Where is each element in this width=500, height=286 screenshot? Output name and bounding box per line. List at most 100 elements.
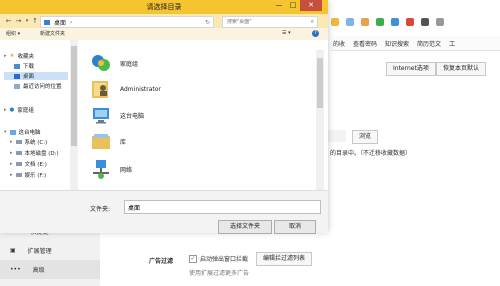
checkbox-label: 启动弹出窗口拦截: [200, 256, 249, 263]
favorites-bar: 的收 查看密码 知识搜索 简历范文 工: [331, 36, 500, 51]
edit-filter-list-button[interactable]: 编辑拦过滤列表: [256, 252, 313, 266]
forward-arrow-icon[interactable]: →: [14, 16, 23, 26]
search-box[interactable]: ⌕: [222, 16, 318, 28]
address-row: ← → ▾ ↑ 桌面 › ↻ ⌕: [0, 14, 328, 28]
maximize-button[interactable]: □: [286, 0, 300, 11]
nav-label: 最近访问的位置: [23, 84, 62, 90]
folder-name-input[interactable]: [124, 200, 321, 214]
minimize-button[interactable]: —: [272, 0, 286, 11]
sidebar-item-label: 高级: [32, 267, 45, 274]
nav-item-drive-d[interactable]: ▸ 本地磁盘 (D:): [10, 149, 59, 157]
nav-item-recent[interactable]: 最近访问的位置: [14, 82, 62, 90]
sidebar-item-extensions[interactable]: ▣ 扩展管理: [0, 241, 100, 260]
toolbar-shield-icon[interactable]: [391, 18, 399, 26]
address-bar[interactable]: 桌面 › ↻: [40, 16, 214, 28]
nav-item-desktop[interactable]: 桌面: [4, 72, 68, 80]
recent-places-icon: [14, 83, 20, 89]
search-input[interactable]: [223, 19, 297, 25]
search-icon[interactable]: ⌕: [311, 18, 314, 26]
nav-label: 收藏夹: [17, 54, 34, 60]
nav-label: 桌面: [23, 74, 35, 80]
new-folder-button[interactable]: 新建文件夹: [40, 30, 65, 37]
nav-label: 下载: [23, 64, 35, 70]
fav-item[interactable]: 简历范文: [417, 39, 441, 48]
nav-scrollbar[interactable]: [70, 40, 78, 190]
sidebar-item-label: 扩展管理: [27, 248, 52, 255]
nav-item-drive-e[interactable]: ▸ 文档 (E:): [10, 160, 47, 168]
toolbar-user-icon[interactable]: [346, 18, 354, 26]
recent-dropdown-icon[interactable]: ▾: [24, 16, 30, 26]
scroll-thumb[interactable]: [71, 46, 77, 146]
address-chevron-icon[interactable]: ›: [70, 19, 72, 26]
fav-item[interactable]: 的收: [333, 39, 345, 48]
restore-default-button[interactable]: 恢复本页默认: [436, 62, 487, 76]
desktop-icon: [44, 19, 50, 25]
popup-block-option[interactable]: ✓ 启动弹出窗口拦截: [189, 254, 248, 263]
expand-arrow-icon[interactable]: ▸: [4, 107, 7, 113]
collapse-arrow-icon[interactable]: ▾: [4, 129, 7, 135]
dialog-toolbar: 组织 ▾ 新建文件夹 ☰ ▾ ?: [0, 28, 328, 40]
nav-label: 文档 (E:): [24, 162, 47, 168]
item-label: 家庭组: [120, 60, 139, 68]
toolbar-menu-icon[interactable]: [436, 18, 444, 26]
content-item-homegroup[interactable]: 家庭组: [90, 52, 138, 74]
expand-arrow-icon[interactable]: ▸: [10, 150, 13, 156]
refresh-icon[interactable]: ↻: [205, 19, 210, 26]
computer-icon: [9, 129, 16, 135]
scroll-thumb[interactable]: [317, 58, 323, 108]
dialog-footer: 文件夹: 选择文件夹 取消: [0, 190, 328, 234]
expand-arrow-icon[interactable]: ▸: [10, 139, 13, 145]
toolbar-star-icon[interactable]: [331, 18, 339, 26]
drive-icon: [15, 140, 22, 144]
sidebar-item-advanced[interactable]: ••• 高级: [0, 260, 100, 279]
toolbar-tools-icon[interactable]: [421, 18, 429, 26]
desktop-icon: [14, 73, 20, 79]
view-menu[interactable]: ☰ ▾: [282, 30, 291, 36]
internet-options-button[interactable]: Internet选项: [386, 62, 436, 76]
nav-item-drive-c[interactable]: ▸ 系统 (C:): [10, 138, 47, 146]
fav-item[interactable]: 工: [449, 39, 455, 48]
close-button[interactable]: ✕: [300, 0, 322, 11]
content-item-libraries[interactable]: 库: [90, 130, 126, 152]
content-item-administrator[interactable]: Administrator: [90, 78, 161, 100]
toolbar-cut-icon[interactable]: [406, 18, 414, 26]
user-folder-icon: [92, 81, 108, 98]
item-label: 这台电脑: [120, 112, 145, 120]
cancel-button[interactable]: 取消: [274, 220, 316, 234]
ad-filter-label: 广告过滤: [149, 258, 174, 265]
nav-item-favorites[interactable]: ▸ ★ 收藏夹: [4, 52, 34, 60]
organize-menu[interactable]: 组织 ▾: [6, 30, 20, 37]
homegroup-icon: ●: [9, 107, 15, 113]
address-text: 桌面: [54, 19, 67, 27]
toolbar-game-icon[interactable]: [361, 18, 369, 26]
content-item-this-pc[interactable]: 这台电脑: [90, 104, 144, 126]
nav-item-downloads[interactable]: 下载: [14, 62, 34, 70]
content-scrollbar[interactable]: [316, 50, 324, 190]
fav-item[interactable]: 查看密码: [353, 39, 377, 48]
help-icon[interactable]: ?: [312, 30, 319, 37]
expand-arrow-icon[interactable]: ▸: [4, 53, 7, 59]
item-label: Administrator: [120, 85, 161, 93]
nav-item-this-pc[interactable]: ▾ 这台电脑: [4, 128, 41, 136]
browse-button[interactable]: 浏览: [352, 130, 379, 144]
dialog-panel: ▸ ★ 收藏夹 下载 桌面 最近访问的位置 ▸ ● 家庭组 ▾ 这台电脑 ▸ 系…: [0, 40, 328, 234]
expand-arrow-icon[interactable]: ▸: [10, 172, 13, 178]
nav-item-homegroup[interactable]: ▸ ● 家庭组: [4, 106, 34, 114]
path-input-remainder[interactable]: [328, 130, 346, 142]
expand-arrow-icon[interactable]: ▸: [10, 161, 13, 167]
fav-item[interactable]: 知识搜索: [385, 39, 409, 48]
nav-item-drive-f[interactable]: ▸ 娱乐 (F:): [10, 171, 46, 179]
drive-icon: [15, 162, 22, 166]
up-arrow-icon[interactable]: ↑: [31, 16, 39, 26]
puzzle-icon: ▣: [10, 247, 16, 254]
nav-label: 家庭组: [17, 108, 34, 114]
content-item-network[interactable]: 网络: [90, 158, 132, 180]
select-folder-button[interactable]: 选择文件夹: [218, 220, 272, 234]
network-icon: [93, 160, 109, 179]
checkbox[interactable]: ✓: [189, 254, 197, 263]
download-folder-icon: [14, 63, 20, 69]
back-arrow-icon[interactable]: ←: [4, 16, 13, 26]
toolbar-leaf-icon[interactable]: [376, 18, 384, 26]
item-label: 网络: [120, 166, 133, 174]
nav-label: 这台电脑: [18, 130, 41, 136]
